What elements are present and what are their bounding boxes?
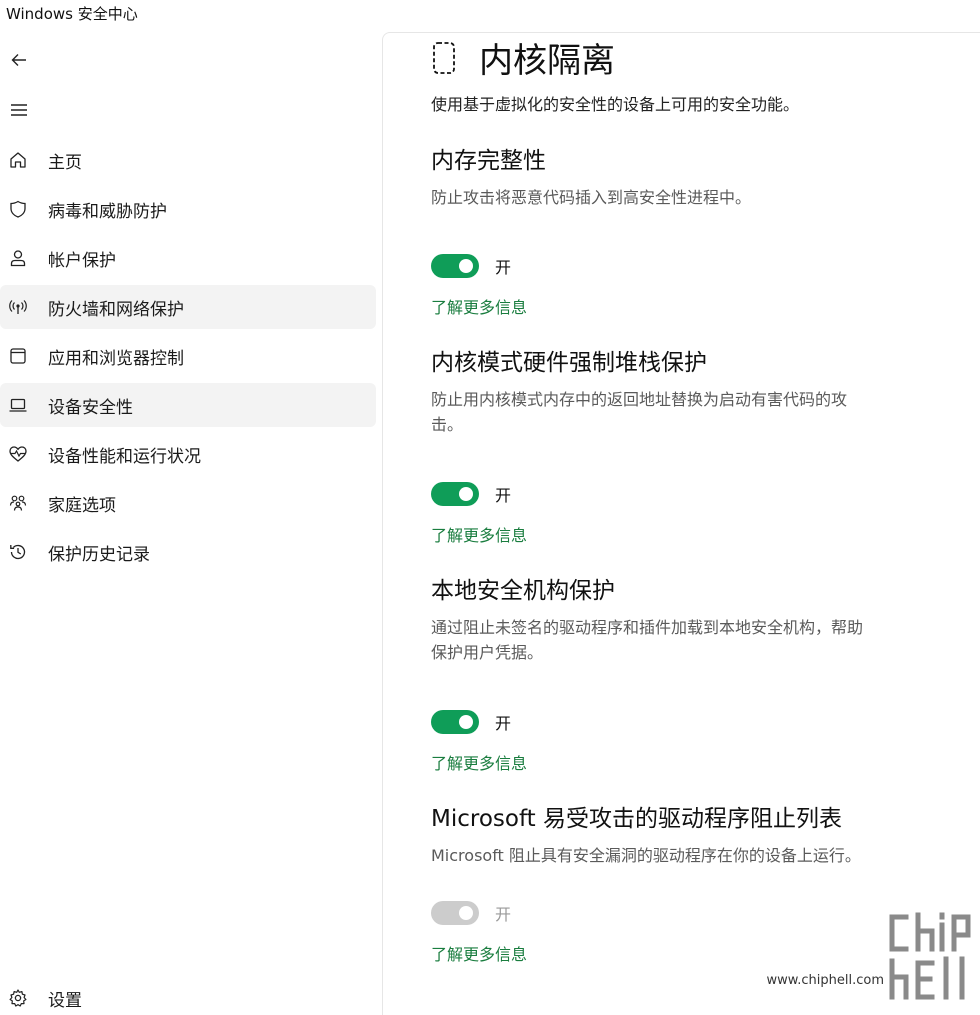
toggle-knob <box>459 906 473 920</box>
section-memory-integrity: 内存完整性 防止攻击将恶意代码插入到高安全性进程中。 <box>431 141 941 210</box>
lsa-protection-toggle-row: 开 <box>431 710 511 734</box>
sidebar-item-label: 设备安全性 <box>48 397 133 418</box>
heart-pulse-icon <box>7 443 29 465</box>
sidebar-item-label: 病毒和威胁防护 <box>48 201 167 222</box>
driver-blocklist-toggle[interactable] <box>431 901 479 925</box>
description-line: 保护用户凭据。 <box>431 643 544 662</box>
browser-window-icon <box>7 345 29 367</box>
toggle-state-label: 开 <box>495 258 512 277</box>
learn-more-link[interactable]: 了解更多信息 <box>431 941 527 965</box>
back-button[interactable] <box>6 47 32 73</box>
section-lsa-protection: 本地安全机构保护 通过阻止未签名的驱动程序和插件加载到本地安全机构，帮助 保护用… <box>431 571 941 665</box>
toggle-knob <box>459 487 473 501</box>
shield-icon <box>7 198 29 220</box>
home-icon <box>7 149 29 171</box>
core-isolation-icon <box>433 41 455 74</box>
section-description: 防止攻击将恶意代码插入到高安全性进程中。 <box>431 185 941 210</box>
sidebar-item-settings[interactable]: 设置 <box>0 976 376 1015</box>
section-title: 内核模式硬件强制堆栈保护 <box>431 350 707 376</box>
lsa-protection-toggle[interactable] <box>431 710 479 734</box>
sidebar-item-family-options[interactable]: 家庭选项 <box>0 481 376 525</box>
description-line: Microsoft 阻止具有安全漏洞的驱动程序在你的设备上运行。 <box>431 846 861 865</box>
section-title: 本地安全机构保护 <box>431 578 615 604</box>
memory-integrity-toggle-row: 开 <box>431 254 511 278</box>
sidebar-item-label: 防火墙和网络保护 <box>48 299 184 320</box>
description-line: 防止攻击将恶意代码插入到高安全性进程中。 <box>431 188 752 207</box>
section-description: Microsoft 阻止具有安全漏洞的驱动程序在你的设备上运行。 <box>431 843 941 868</box>
toggle-knob <box>459 259 473 273</box>
driver-blocklist-toggle-row: 开 <box>431 901 511 925</box>
section-description: 通过阻止未签名的驱动程序和插件加载到本地安全机构，帮助 保护用户凭据。 <box>431 615 941 665</box>
learn-more-link[interactable]: 了解更多信息 <box>431 522 527 546</box>
sidebar-item-virus-protection[interactable]: 病毒和威胁防护 <box>0 187 376 231</box>
antenna-icon <box>7 296 29 318</box>
sidebar-item-protection-history[interactable]: 保护历史记录 <box>0 530 376 574</box>
section-description: 防止用内核模式内存中的返回地址替换为启动有害代码的攻 击。 <box>431 387 941 437</box>
kernel-stack-protection-toggle[interactable] <box>431 482 479 506</box>
sidebar-item-label: 设备性能和运行状况 <box>48 446 201 467</box>
section-driver-blocklist: Microsoft 易受攻击的驱动程序阻止列表 Microsoft 阻止具有安全… <box>431 799 941 868</box>
page-description: 使用基于虚拟化的安全性的设备上可用的安全功能。 <box>431 95 800 114</box>
chiphell-logo <box>887 910 972 1002</box>
toggle-knob <box>459 715 473 729</box>
watermark-url: www.chiphell.com <box>766 973 884 988</box>
gear-icon <box>7 987 29 1009</box>
sidebar-item-device-security[interactable]: 设备安全性 <box>0 383 376 427</box>
sidebar-item-label: 主页 <box>48 152 82 173</box>
laptop-icon <box>7 394 29 416</box>
memory-integrity-toggle[interactable] <box>431 254 479 278</box>
back-arrow-icon <box>11 54 26 66</box>
sidebar-item-label: 家庭选项 <box>48 495 116 516</box>
person-icon <box>7 247 29 269</box>
learn-more-link[interactable]: 了解更多信息 <box>431 294 527 318</box>
core-isolation-page: 内核隔离 使用基于虚拟化的安全性的设备上可用的安全功能。 内存完整性 防止攻击将… <box>382 32 980 1015</box>
description-line: 通过阻止未签名的驱动程序和插件加载到本地安全机构，帮助 <box>431 618 864 637</box>
toggle-state-label: 开 <box>495 905 512 924</box>
family-icon <box>7 492 29 514</box>
sidebar-item-device-performance[interactable]: 设备性能和运行状况 <box>0 432 376 476</box>
section-kernel-stack-protection: 内核模式硬件强制堆栈保护 防止用内核模式内存中的返回地址替换为启动有害代码的攻 … <box>431 343 941 437</box>
sidebar-item-label: 设置 <box>48 990 82 1011</box>
sidebar-item-label: 帐户保护 <box>48 250 116 271</box>
hamburger-menu-icon <box>11 104 27 116</box>
section-title: 内存完整性 <box>431 148 546 174</box>
sidebar: 主页 病毒和威胁防护 帐户保护 防火墙和网络保护 应用和浏览器控制 设备安全性 … <box>0 0 382 1015</box>
menu-button[interactable] <box>6 97 32 123</box>
history-icon <box>7 541 29 563</box>
toggle-state-label: 开 <box>495 486 512 505</box>
sidebar-item-home[interactable]: 主页 <box>0 138 376 182</box>
sidebar-item-account-protection[interactable]: 帐户保护 <box>0 236 376 280</box>
sidebar-item-firewall[interactable]: 防火墙和网络保护 <box>0 285 376 329</box>
description-line: 防止用内核模式内存中的返回地址替换为启动有害代码的攻 <box>431 390 848 409</box>
section-title: Microsoft 易受攻击的驱动程序阻止列表 <box>431 806 842 832</box>
toggle-state-label: 开 <box>495 714 512 733</box>
security-center-window: Windows 安全中心 主页 病毒和威胁防护 帐户保护 防火墙和网络保护 应用… <box>0 0 980 1015</box>
page-header: 内核隔离 <box>431 33 615 82</box>
description-line: 击。 <box>431 415 464 434</box>
kernel-stack-protection-toggle-row: 开 <box>431 482 511 506</box>
page-title: 内核隔离 <box>479 41 615 81</box>
sidebar-item-label: 应用和浏览器控制 <box>48 348 184 369</box>
sidebar-item-label: 保护历史记录 <box>48 544 150 565</box>
learn-more-link[interactable]: 了解更多信息 <box>431 750 527 774</box>
sidebar-item-app-browser-control[interactable]: 应用和浏览器控制 <box>0 334 376 378</box>
